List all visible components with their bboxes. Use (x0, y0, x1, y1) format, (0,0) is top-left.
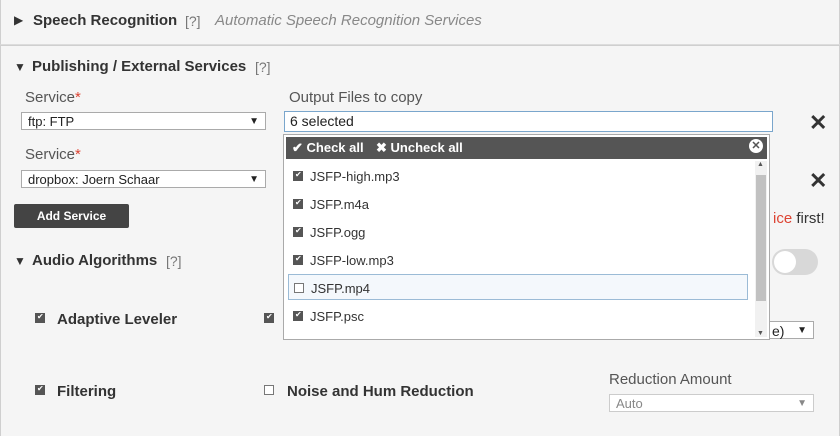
filtering-label: Filtering (57, 383, 117, 400)
file-checkbox[interactable] (293, 226, 303, 237)
service-select-1[interactable]: ftp: FTP ▼ (21, 112, 266, 130)
noise-reduction-label: Noise and Hum Reduction (287, 383, 474, 400)
triangle-right-icon[interactable]: ▶ (14, 13, 23, 27)
triangle-down-icon[interactable]: ▼ (14, 60, 26, 74)
adaptive-leveler-label: Adaptive Leveler (57, 311, 178, 328)
reduction-amount-label: Reduction Amount (609, 371, 732, 388)
speech-recognition-title[interactable]: Speech Recognition (33, 12, 177, 29)
publishing-help-link[interactable]: [?] (255, 59, 271, 75)
check-all-button[interactable]: ✔ Check all (292, 140, 364, 156)
reduction-amount-select[interactable]: Auto ▼ (609, 394, 814, 412)
service-hint-text: ice first! (773, 210, 825, 227)
remove-service-1-close-icon[interactable]: ✕ (809, 112, 827, 134)
file-checkbox[interactable] (293, 310, 303, 321)
audio-help-link[interactable]: [?] (166, 253, 182, 269)
filtering-checkbox[interactable] (35, 384, 45, 395)
remove-service-2-close-icon[interactable]: ✕ (809, 170, 827, 192)
dropdown-scrollbar[interactable]: ▲ ▼ (755, 161, 767, 337)
file-checkbox[interactable] (294, 283, 304, 293)
dropdown-header: ✔ Check all ✖ Uncheck all ✕ (286, 137, 767, 159)
speech-subtitle: Automatic Speech Recognition Services (215, 12, 482, 29)
speech-recognition-section: ▶ Speech Recognition [?] Automatic Speec… (0, 0, 840, 45)
noise-reduction-checkbox[interactable] (264, 385, 274, 395)
uncheck-all-button[interactable]: ✖ Uncheck all (376, 140, 463, 156)
list-item[interactable]: JSFP.ogg (288, 219, 748, 245)
scroll-down-icon[interactable]: ▼ (757, 330, 764, 337)
list-item[interactable]: JSFP.psc (288, 303, 748, 329)
list-item[interactable]: JSFP-low.mp3 (288, 247, 748, 273)
speech-help-link[interactable]: [?] (185, 13, 201, 29)
list-item[interactable]: JSFP.m4a (288, 191, 748, 217)
chevron-down-icon: ▼ (797, 325, 807, 336)
add-service-button[interactable]: Add Service (14, 204, 129, 228)
list-item[interactable]: JSFP-high.mp3 (288, 163, 748, 189)
audio-toggle[interactable] (772, 249, 818, 275)
scrollbar-thumb[interactable] (756, 175, 766, 301)
chevron-down-icon: ▼ (249, 116, 259, 127)
service-select-2[interactable]: dropbox: Joern Schaar ▼ (21, 170, 266, 188)
publishing-title[interactable]: Publishing / External Services (32, 58, 246, 75)
list-item[interactable]: JSFP.mp4 (288, 274, 748, 300)
file-checkbox[interactable] (293, 170, 303, 181)
output-files-label: Output Files to copy (289, 89, 423, 106)
file-checkbox[interactable] (293, 198, 303, 209)
output-files-select[interactable]: 6 selected (284, 111, 773, 132)
chevron-down-icon: ▼ (797, 398, 807, 409)
triangle-down-icon[interactable]: ▼ (14, 254, 26, 268)
service-label-1: Service* (25, 89, 81, 106)
audio-algorithms-title[interactable]: Audio Algorithms (32, 252, 157, 269)
close-circle-icon[interactable]: ✕ (749, 139, 763, 153)
adaptive-leveler-checkbox[interactable] (35, 312, 45, 323)
output-files-dropdown: ✔ Check all ✖ Uncheck all ✕ JSFP-high.mp… (283, 134, 770, 340)
scroll-up-icon[interactable]: ▲ (757, 161, 764, 168)
partial-checkbox[interactable] (264, 312, 274, 323)
chevron-down-icon: ▼ (249, 174, 259, 185)
service-label-2: Service* (25, 146, 81, 163)
file-checkbox[interactable] (293, 254, 303, 265)
